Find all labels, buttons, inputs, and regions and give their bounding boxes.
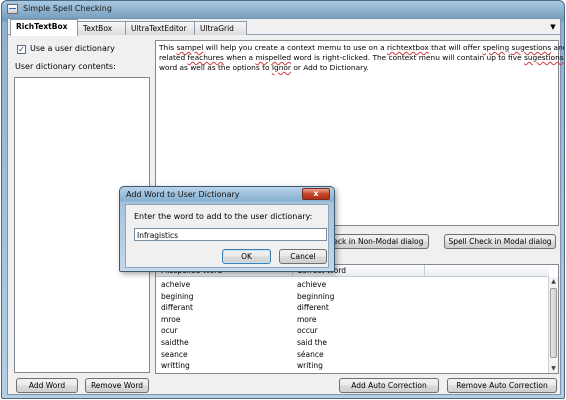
grid-cell-misspelled[interactable]: seance (161, 350, 188, 359)
grid-row[interactable]: acheive achieve (156, 280, 549, 291)
grid-cell-correct[interactable]: achieve (297, 280, 326, 289)
misspelled-word[interactable]: speling (483, 43, 510, 52)
scroll-thumb[interactable] (550, 288, 557, 358)
grid-row[interactable]: mroe more (156, 315, 549, 326)
add-word-dialog: Add Word to User Dictionary x Enter the … (119, 186, 335, 272)
richtext-segment: word is right-clicked. The context menu … (291, 53, 524, 62)
grid-cell-misspelled[interactable]: differant (161, 303, 193, 312)
richtext-segment: and other spelling (553, 43, 564, 52)
richtext-line: This sampel will help you create a conte… (159, 43, 564, 53)
tab-textbox[interactable]: TextBox (77, 21, 126, 35)
misspelled-word[interactable]: mispelled (255, 53, 291, 62)
tab-ultratexteditor[interactable]: UltraTextEditor (125, 21, 195, 35)
richtext-segment: word as well as the options to (159, 63, 272, 72)
spell-check-modal-button[interactable]: Spell Check in Modal dialog (444, 234, 556, 249)
grid-cell-correct[interactable]: occur (297, 326, 318, 335)
grid-cell-misspelled[interactable]: begining (161, 292, 194, 301)
tab-ultragrid[interactable]: UltraGrid (194, 21, 247, 35)
grid-row[interactable]: seance séance (156, 350, 549, 361)
dialog-prompt: Enter the word to add to the user dictio… (134, 212, 313, 221)
grid-cell-correct[interactable]: said the (297, 338, 327, 347)
misspelled-word[interactable]: sugestions (524, 53, 564, 62)
richtext-segment: will help you create a context memu to u… (203, 43, 387, 52)
grid-cell-correct[interactable]: beginning (297, 292, 334, 301)
add-auto-correction-button[interactable]: Add Auto Correction (339, 378, 439, 393)
grid-cell-correct[interactable]: writing (297, 361, 323, 370)
remove-auto-correction-button[interactable]: Remove Auto Correction (447, 378, 557, 393)
richtext-segment: or Add to Dictionary. (290, 63, 369, 72)
grid-cell-misspelled[interactable]: writting (161, 361, 190, 370)
richtext-segment: This (159, 43, 177, 52)
ok-button[interactable]: OK (222, 249, 271, 264)
tab-strip: RichTextBox TextBox UltraTextEditor Ultr… (8, 19, 560, 36)
grid-cell-correct[interactable]: different (297, 303, 329, 312)
grid-cell-misspelled[interactable]: acheive (161, 280, 190, 289)
richtext-segment: when a (223, 53, 256, 62)
user-dictionary-contents-label: User dictionary contents: (15, 62, 116, 71)
use-user-dictionary-checkbox[interactable]: ✓ (17, 45, 26, 54)
use-user-dictionary-label: Use a user dictionary (30, 44, 115, 53)
richtext-segment: that will offer (428, 43, 483, 52)
tab-list-dropdown-icon[interactable]: ▼ (549, 23, 557, 31)
grid-row[interactable]: saidthe said the (156, 338, 549, 349)
richtext-segment: for the (564, 53, 565, 62)
grid-cell-correct[interactable]: séance (297, 350, 324, 359)
grid-cell-misspelled[interactable]: ocur (161, 326, 178, 335)
richtext-segment: related (159, 53, 188, 62)
grid-row[interactable]: writting writing (156, 361, 549, 372)
grid-row[interactable]: begining beginning (156, 292, 549, 303)
scroll-up-icon[interactable]: ▲ (549, 277, 558, 286)
richtext-line: word as well as the options to Ignor or … (159, 63, 555, 73)
remove-word-button[interactable]: Remove Word (85, 378, 149, 393)
grid-cell-misspelled[interactable]: saidthe (161, 338, 189, 347)
add-word-button[interactable]: Add Word (16, 378, 78, 393)
grid-cell-correct[interactable]: more (297, 315, 316, 324)
grid-vertical-scrollbar[interactable]: ▲ ▼ (548, 277, 558, 373)
app-window-icon (7, 4, 18, 14)
richtext-line: related feachures when a mispelled word … (159, 53, 564, 63)
dialog-body: Enter the word to add to the user dictio… (125, 204, 329, 268)
auto-correction-grid[interactable]: Misspelled Word Correct Word acheiveachi… (155, 264, 559, 374)
misspelled-word[interactable]: Ignor (272, 63, 291, 72)
grid-row[interactable]: differant different (156, 303, 549, 314)
cancel-button[interactable]: Cancel (279, 249, 327, 264)
grid-row[interactable]: ocur occur (156, 326, 549, 337)
misspelled-word[interactable]: richtextbox (387, 43, 429, 52)
window-title: Simple Spell Checking (23, 4, 112, 13)
word-input[interactable]: Infragistics (134, 228, 327, 241)
grid-cell-misspelled[interactable]: mroe (161, 315, 180, 324)
dialog-title: Add Word to User Dictionary (126, 190, 240, 199)
close-icon[interactable]: x (302, 188, 330, 200)
misspelled-word[interactable]: sampel (176, 43, 203, 52)
scroll-down-icon[interactable]: ▼ (549, 364, 558, 373)
misspelled-word[interactable]: sugestions (512, 43, 552, 52)
misspelled-word[interactable]: feachures (188, 53, 224, 62)
title-bar[interactable]: Simple Spell Checking (2, 1, 564, 18)
tab-richtextbox[interactable]: RichTextBox (10, 19, 78, 36)
